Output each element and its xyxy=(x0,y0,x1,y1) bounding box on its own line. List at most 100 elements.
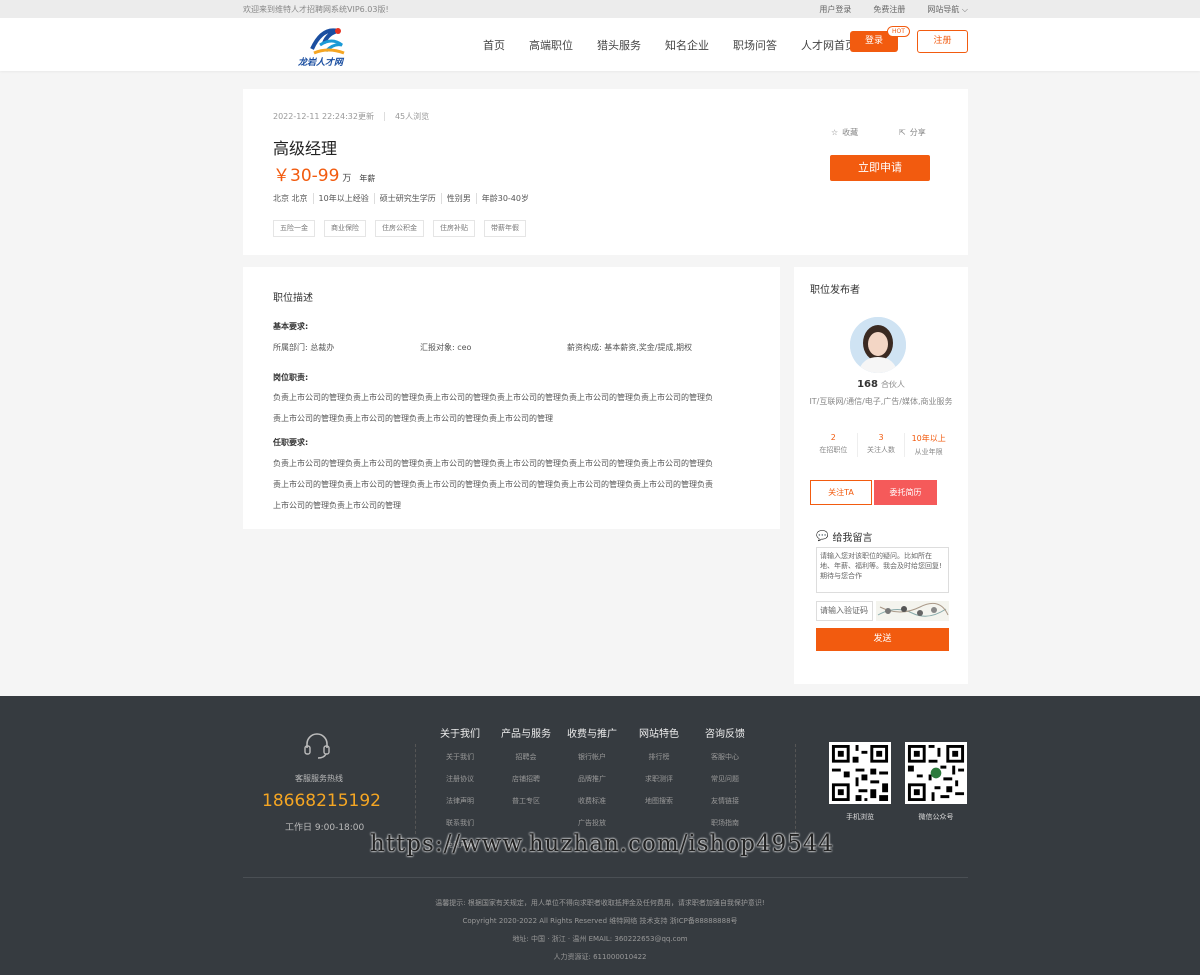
footer-hr-license: 人力资源证: 611000010422 xyxy=(553,953,647,961)
footer-link[interactable]: 银行帐户 xyxy=(561,752,623,774)
share-button[interactable]: ⇱ 分享 xyxy=(899,127,926,138)
req-location: 北京 北京 xyxy=(273,194,308,203)
captcha-input[interactable]: 请输入验证码 xyxy=(816,601,873,621)
divider xyxy=(795,744,796,834)
stat-followers: 3 关注人数 xyxy=(856,433,905,457)
footer-link[interactable]: 普工专区 xyxy=(495,796,557,818)
duty-label: 岗位职责: xyxy=(273,373,309,382)
watermark-url: https://www.huzhan.com/ishop49544 xyxy=(370,831,835,857)
job-description-card: 职位描述 基本要求: 所属部门: 总裁办 汇报对象: ceo 薪资构成: 基本薪… xyxy=(243,267,780,529)
job-requirements: 北京 北京 10年以上经验 硕士研究生学历 性别男 年龄30-40岁 xyxy=(273,193,534,204)
salary-period: 年薪 xyxy=(359,174,376,183)
footer-address: 地址: 中国 · 浙江 · 温州 EMAIL: 360222653@qq.com xyxy=(512,935,688,943)
basic-requirements-label: 基本要求: xyxy=(273,322,309,331)
footer-link[interactable]: 友情链接 xyxy=(694,796,756,818)
qr-code-mobile xyxy=(829,742,891,804)
share-label: 分享 xyxy=(909,128,926,137)
footer-col-pricing: 收费与推广 银行帐户 品牌推广 收费标准 广告投放 xyxy=(561,725,623,840)
publisher-heading: 职位发布者 xyxy=(810,285,860,296)
site-nav-label: 网站导航 xyxy=(927,5,960,14)
apply-button[interactable]: 立即申请 xyxy=(830,155,930,181)
qualification-label: 任职要求: xyxy=(273,438,309,447)
stat-years: 10年以上 从业年限 xyxy=(904,433,952,457)
user-login-link[interactable]: 用户登录 xyxy=(819,4,851,15)
view-count: 45人浏览 xyxy=(394,112,430,121)
benefit-tag: 带薪年假 xyxy=(484,220,526,237)
entrust-resume-button[interactable]: 委托简历 xyxy=(874,480,937,505)
stat-value: 10年以上 xyxy=(911,434,946,443)
benefit-tag: 住房公积金 xyxy=(375,220,424,237)
send-button[interactable]: 发送 xyxy=(816,628,949,651)
publisher-name: 168 xyxy=(857,379,878,390)
collect-button[interactable]: ☆ 收藏 xyxy=(831,127,858,138)
stat-label: 在招职位 xyxy=(819,446,848,454)
nav-item-companies[interactable]: 知名企业 xyxy=(665,37,709,53)
free-register-link[interactable]: 免费注册 xyxy=(873,4,905,15)
footer-link[interactable]: 关于我们 xyxy=(429,752,491,774)
avatar xyxy=(850,317,906,373)
job-summary-card: 2022-12-11 22:24:32更新 45人浏览 高级经理 ￥30-99 万… xyxy=(243,89,968,255)
benefit-tag: 商业保险 xyxy=(324,220,366,237)
hotline-label: 客服服务热线 xyxy=(295,774,343,783)
footer-link[interactable]: 排行榜 xyxy=(628,752,690,774)
hotline-hours: 工作日 9:00-18:00 xyxy=(285,823,365,833)
message-textarea[interactable]: 请输入您对该职位的疑问。比如所在地、年薪、福利等。我会及时给您回复!期待与您合作 xyxy=(816,547,949,593)
footer-link[interactable]: 地图搜索 xyxy=(628,796,690,818)
stat-open-jobs: 2 在招职位 xyxy=(810,433,857,457)
job-title: 高级经理 xyxy=(273,139,338,158)
footer-link[interactable]: 收费标准 xyxy=(561,796,623,818)
footer-notice: 温馨提示: 根据国家有关规定，用人单位不得向求职者收取抵押金及任何费用，请求职者… xyxy=(435,899,765,907)
publisher-stats: 2 在招职位 3 关注人数 10年以上 从业年限 xyxy=(810,433,952,457)
req-experience: 10年以上经验 xyxy=(312,193,374,204)
footer-col-features: 网站特色 排行榜 求职测评 地图搜索 xyxy=(628,725,690,818)
divider xyxy=(415,744,416,834)
footer-link[interactable]: 求职测评 xyxy=(628,774,690,796)
footer-link[interactable]: 客服中心 xyxy=(694,752,756,774)
job-meta: 2022-12-11 22:24:32更新 45人浏览 xyxy=(273,111,429,122)
department: 所属部门: 总裁办 xyxy=(273,343,335,352)
benefit-tag: 五险一金 xyxy=(273,220,315,237)
description-heading: 职位描述 xyxy=(273,293,313,304)
qr-code-wechat xyxy=(905,742,967,804)
nav-item-headhunting[interactable]: 猎头服务 xyxy=(597,37,641,53)
header: 龙岩人才网 首页 高端职位 猎头服务 知名企业 职场问答 人才网首页 登录 HO… xyxy=(0,18,1200,71)
divider xyxy=(383,112,385,121)
footer-link[interactable]: 法律声明 xyxy=(429,796,491,818)
top-bar: 欢迎来到维特人才招聘网系统VIP6.03版! 用户登录 免费注册 网站导航 ⌵ xyxy=(0,0,1200,18)
footer-col-products: 产品与服务 招聘会 店铺招聘 普工专区 xyxy=(495,725,557,818)
benefit-tags: 五险一金 商业保险 住房公积金 住房补贴 带薪年假 xyxy=(273,220,526,237)
stat-label: 关注人数 xyxy=(867,446,895,454)
nav-item-home[interactable]: 首页 xyxy=(483,37,505,53)
benefit-tag: 住房补贴 xyxy=(433,220,475,237)
req-age: 年龄30-40岁 xyxy=(475,193,534,204)
footer-link[interactable]: 注册协议 xyxy=(429,774,491,796)
req-education: 硕士研究生学历 xyxy=(373,193,441,204)
publisher-name-row: 168 合伙人 xyxy=(794,379,968,390)
welcome-text: 欢迎来到维特人才招聘网系统VIP6.03版! xyxy=(243,5,389,14)
req-gender: 性别男 xyxy=(440,193,476,204)
qr-wechat-label: 微信公众号 xyxy=(918,813,954,821)
captcha-image[interactable] xyxy=(876,601,949,621)
footer-divider xyxy=(243,877,968,878)
stat-value: 3 xyxy=(878,433,884,442)
follow-button[interactable]: 关注TA xyxy=(810,480,872,505)
main-nav: 首页 高端职位 猎头服务 知名企业 职场问答 人才网首页 xyxy=(483,37,856,53)
footer-link[interactable]: 常见问题 xyxy=(694,774,756,796)
publisher-title: 合伙人 xyxy=(880,380,905,389)
logo-text: 龙岩人才网 xyxy=(298,58,344,68)
hot-badge: HOT xyxy=(887,26,910,37)
footer-col-title: 网站特色 xyxy=(639,729,679,740)
register-button[interactable]: 注册 xyxy=(917,30,968,53)
nav-item-talent-home[interactable]: 人才网首页 xyxy=(801,37,856,53)
nav-item-senior-jobs[interactable]: 高端职位 xyxy=(529,37,573,53)
footer-link[interactable]: 品牌推广 xyxy=(561,774,623,796)
footer-link[interactable]: 招聘会 xyxy=(495,752,557,774)
footer-link[interactable]: 店铺招聘 xyxy=(495,774,557,796)
duty-text: 负责上市公司的管理负责上市公司的管理负责上市公司的管理负责上市公司的管理负责上市… xyxy=(273,393,713,423)
stat-label: 从业年限 xyxy=(914,448,943,456)
nav-item-qa[interactable]: 职场问答 xyxy=(733,37,777,53)
footer-col-feedback: 咨询反馈 客服中心 常见问题 友情链接 职场指南 xyxy=(694,725,756,840)
headset-icon xyxy=(304,733,330,759)
footer-col-title: 产品与服务 xyxy=(501,729,551,740)
site-nav-link[interactable]: 网站导航 ⌵ xyxy=(927,4,968,15)
